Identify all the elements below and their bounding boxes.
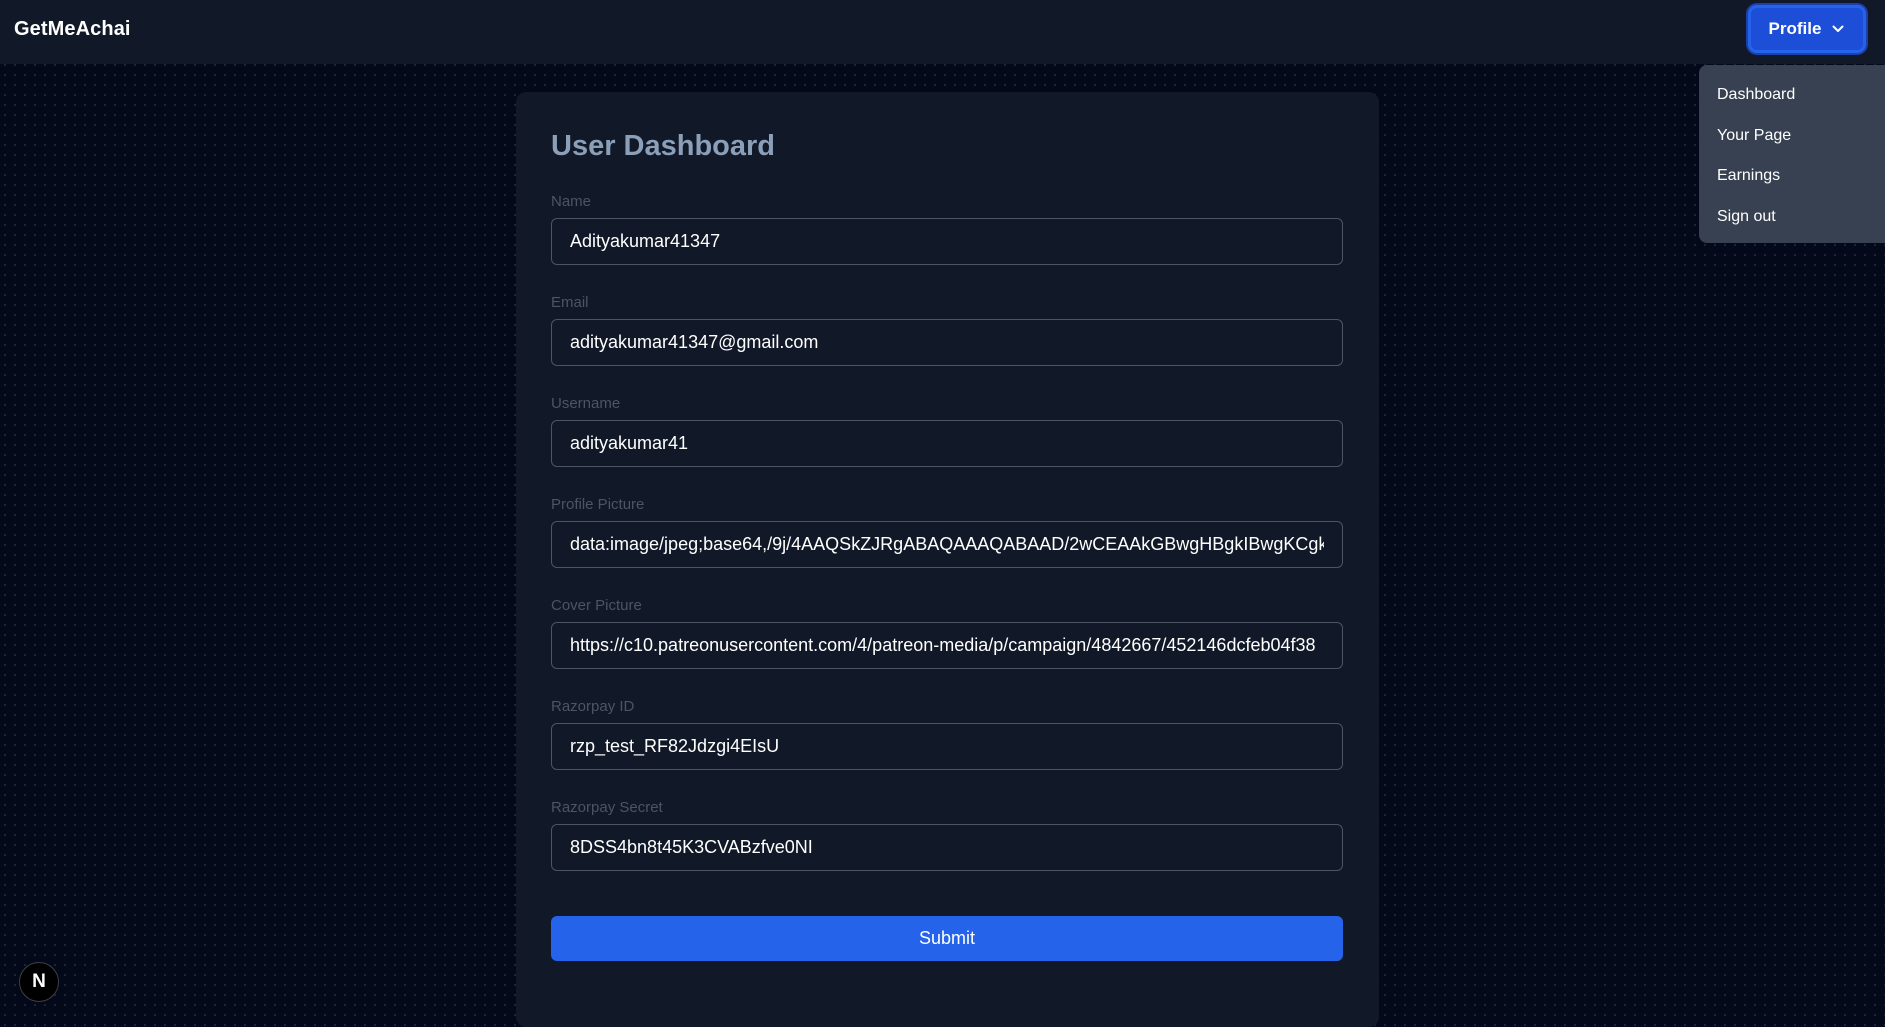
razorpay-secret-input[interactable] — [551, 824, 1343, 871]
dashboard-form-card: User Dashboard Name Email Username Profi… — [516, 92, 1379, 1027]
cover-picture-label: Cover Picture — [551, 597, 642, 614]
razorpay-id-input[interactable] — [551, 723, 1343, 770]
dropdown-item-earnings[interactable]: Earnings — [1699, 156, 1885, 197]
nextjs-dev-indicator-icon[interactable]: N — [19, 962, 59, 1002]
profile-dropdown-menu: Dashboard Your Page Earnings Sign out — [1699, 65, 1885, 243]
page-title: User Dashboard — [551, 130, 776, 162]
submit-button[interactable]: Submit — [551, 916, 1343, 961]
username-label: Username — [551, 395, 621, 412]
username-input[interactable] — [551, 420, 1343, 467]
dropdown-item-your-page[interactable]: Your Page — [1699, 116, 1885, 157]
dev-badge-letter: N — [32, 971, 46, 992]
name-input[interactable] — [551, 218, 1343, 265]
dropdown-item-dashboard[interactable]: Dashboard — [1699, 75, 1885, 116]
cover-picture-input[interactable] — [551, 622, 1343, 669]
profile-picture-label: Profile Picture — [551, 496, 645, 513]
razorpay-id-label: Razorpay ID — [551, 698, 635, 715]
email-label: Email — [551, 294, 589, 311]
brand-logo-text[interactable]: GetMeAchai — [14, 18, 131, 41]
email-input[interactable] — [551, 319, 1343, 366]
profile-picture-input[interactable] — [551, 521, 1343, 568]
top-navbar: GetMeAchai Profile — [0, 0, 1885, 64]
profile-button-label: Profile — [1768, 19, 1822, 38]
chevron-down-icon — [1832, 25, 1844, 32]
name-label: Name — [551, 193, 592, 210]
razorpay-secret-label: Razorpay Secret — [551, 799, 663, 816]
profile-dropdown-button[interactable]: Profile — [1748, 5, 1866, 53]
dropdown-item-sign-out[interactable]: Sign out — [1699, 197, 1885, 238]
